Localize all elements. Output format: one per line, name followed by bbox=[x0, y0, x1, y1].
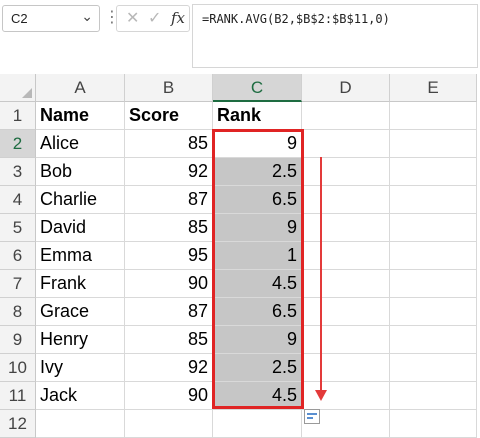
cell-d5[interactable] bbox=[302, 214, 390, 242]
cell-d9[interactable] bbox=[302, 326, 390, 354]
row-header-4[interactable]: 4 bbox=[0, 186, 36, 214]
insert-function-icon[interactable]: fx bbox=[171, 9, 185, 27]
cell-d8[interactable] bbox=[302, 298, 390, 326]
cell-e2[interactable] bbox=[390, 130, 477, 158]
cell-e3[interactable] bbox=[390, 158, 477, 186]
row-header-11[interactable]: 11 bbox=[0, 382, 36, 410]
formula-bar: C2 ⌄ ⋮ ✕ ✓ fx =RANK.AVG(B2,$B$2:$B$11,0) bbox=[0, 0, 480, 74]
row-header-10[interactable]: 10 bbox=[0, 354, 36, 382]
cell-d1[interactable] bbox=[302, 102, 390, 130]
quick-analysis-icon[interactable] bbox=[304, 409, 320, 424]
cell-c11[interactable]: 4.5 bbox=[213, 382, 302, 410]
cell-a11[interactable]: Jack bbox=[36, 382, 125, 410]
cell-a8[interactable]: Grace bbox=[36, 298, 125, 326]
arrow-head-icon bbox=[315, 390, 327, 401]
spreadsheet-grid: A B C D E 1 Name Score Rank 2 Alice 85 9 3 Bob 92 2.5 4 Ch… bbox=[0, 74, 477, 438]
chevron-down-icon[interactable]: ⌄ bbox=[81, 8, 93, 25]
row-header-5[interactable]: 5 bbox=[0, 214, 36, 242]
cell-b4[interactable]: 87 bbox=[125, 186, 213, 214]
cell-c4[interactable]: 6.5 bbox=[213, 186, 302, 214]
cell-b3[interactable]: 92 bbox=[125, 158, 213, 186]
cell-d3[interactable] bbox=[302, 158, 390, 186]
column-header-a[interactable]: A bbox=[36, 74, 125, 102]
formula-buttons: ✕ ✓ fx bbox=[116, 5, 190, 32]
cell-d7[interactable] bbox=[302, 270, 390, 298]
cell-e5[interactable] bbox=[390, 214, 477, 242]
cell-b8[interactable]: 87 bbox=[125, 298, 213, 326]
cell-e1[interactable] bbox=[390, 102, 477, 130]
row-header-7[interactable]: 7 bbox=[0, 270, 36, 298]
cell-c2[interactable]: 9 bbox=[213, 130, 302, 158]
cell-b1[interactable]: Score bbox=[125, 102, 213, 130]
cell-a4[interactable]: Charlie bbox=[36, 186, 125, 214]
column-header-c[interactable]: C bbox=[213, 74, 302, 102]
cell-e9[interactable] bbox=[390, 326, 477, 354]
cell-c8[interactable]: 6.5 bbox=[213, 298, 302, 326]
cell-e6[interactable] bbox=[390, 242, 477, 270]
row-header-9[interactable]: 9 bbox=[0, 326, 36, 354]
cell-c6[interactable]: 1 bbox=[213, 242, 302, 270]
cancel-icon[interactable]: ✕ bbox=[126, 8, 139, 28]
cell-c7[interactable]: 4.5 bbox=[213, 270, 302, 298]
name-box[interactable]: C2 ⌄ bbox=[2, 5, 100, 32]
cell-a9[interactable]: Henry bbox=[36, 326, 125, 354]
row-header-6[interactable]: 6 bbox=[0, 242, 36, 270]
cell-b5[interactable]: 85 bbox=[125, 214, 213, 242]
cell-b9[interactable]: 85 bbox=[125, 326, 213, 354]
confirm-icon[interactable]: ✓ bbox=[148, 8, 161, 28]
cell-a7[interactable]: Frank bbox=[36, 270, 125, 298]
cell-d2[interactable] bbox=[302, 130, 390, 158]
row-header-1[interactable]: 1 bbox=[0, 102, 36, 130]
cell-a6[interactable]: Emma bbox=[36, 242, 125, 270]
cell-a10[interactable]: Ivy bbox=[36, 354, 125, 382]
cell-reference: C2 bbox=[11, 11, 28, 26]
cell-b7[interactable]: 90 bbox=[125, 270, 213, 298]
row-header-8[interactable]: 8 bbox=[0, 298, 36, 326]
cell-e8[interactable] bbox=[390, 298, 477, 326]
cell-a1[interactable]: Name bbox=[36, 102, 125, 130]
column-header-e[interactable]: E bbox=[390, 74, 477, 102]
cell-b2[interactable]: 85 bbox=[125, 130, 213, 158]
cell-e4[interactable] bbox=[390, 186, 477, 214]
cell-a3[interactable]: Bob bbox=[36, 158, 125, 186]
cell-c9[interactable]: 9 bbox=[213, 326, 302, 354]
cell-e7[interactable] bbox=[390, 270, 477, 298]
row-header-3[interactable]: 3 bbox=[0, 158, 36, 186]
row-header-2[interactable]: 2 bbox=[0, 130, 36, 158]
cell-c3[interactable]: 2.5 bbox=[213, 158, 302, 186]
formula-input[interactable]: =RANK.AVG(B2,$B$2:$B$11,0) bbox=[192, 4, 478, 68]
formula-text: =RANK.AVG(B2,$B$2:$B$11,0) bbox=[202, 12, 390, 26]
cell-e11[interactable] bbox=[390, 382, 477, 410]
column-header-d[interactable]: D bbox=[302, 74, 390, 102]
fill-down-arrow bbox=[320, 157, 322, 393]
cell-b6[interactable]: 95 bbox=[125, 242, 213, 270]
cell-b11[interactable]: 90 bbox=[125, 382, 213, 410]
cell-d6[interactable] bbox=[302, 242, 390, 270]
cell-d10[interactable] bbox=[302, 354, 390, 382]
cell-d4[interactable] bbox=[302, 186, 390, 214]
cell-a5[interactable]: David bbox=[36, 214, 125, 242]
cell-c10[interactable]: 2.5 bbox=[213, 354, 302, 382]
cell-b10[interactable]: 92 bbox=[125, 354, 213, 382]
select-all-corner[interactable] bbox=[0, 74, 36, 102]
cell-c1[interactable]: Rank bbox=[213, 102, 302, 130]
cell-e10[interactable] bbox=[390, 354, 477, 382]
column-header-b[interactable]: B bbox=[125, 74, 213, 102]
cell-c5[interactable]: 9 bbox=[213, 214, 302, 242]
cell-a2[interactable]: Alice bbox=[36, 130, 125, 158]
